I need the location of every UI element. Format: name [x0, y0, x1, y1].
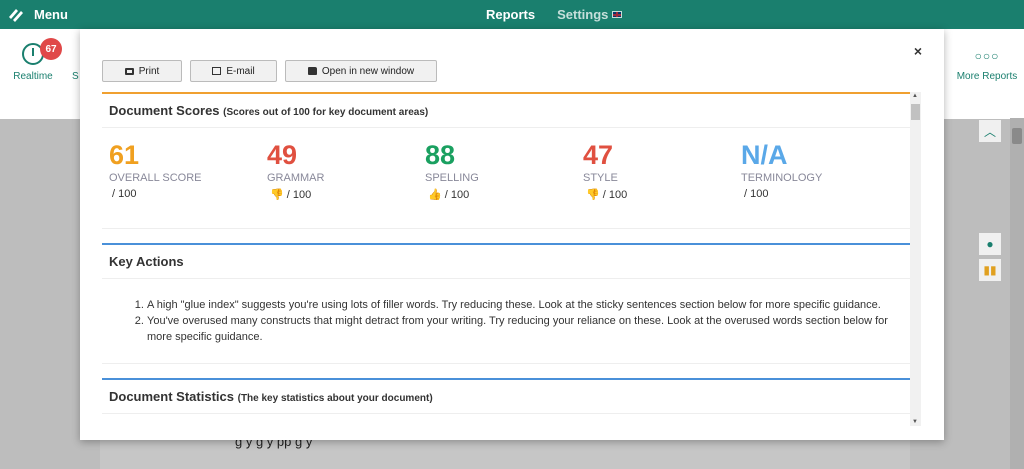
key-actions-section: Key Actions A high "glue index" suggests…: [102, 243, 910, 364]
scroll-up-arrow-icon[interactable]: ▲: [912, 93, 918, 99]
score-style: 47 STYLE 👎 / 100: [583, 140, 741, 228]
chevron-up-icon: ︿: [983, 124, 996, 139]
actions-title: Key Actions: [109, 254, 184, 269]
summary-report-modal: × Print E-mail Open in new window Docume…: [80, 29, 944, 440]
score-terminology: N/A TERMINOLOGY / 100: [741, 140, 899, 228]
score-out-of: 👍 / 100: [428, 189, 470, 201]
realtime-label: Realtime: [13, 71, 53, 82]
page-scrollbar[interactable]: [1010, 118, 1024, 469]
envelope-icon: [212, 67, 222, 75]
stats-title: Document Statistics: [109, 389, 234, 404]
nav-reports[interactable]: Reports: [486, 7, 535, 22]
scroll-up-button[interactable]: ︿: [979, 120, 1001, 142]
score-out-of: 👎 / 100: [270, 189, 312, 201]
scores-row: 61 OVERALL SCORE / 100 49 GRAMMAR 👎 / 10…: [102, 128, 910, 229]
section-heading: Document Scores (Scores out of 100 for k…: [102, 94, 910, 128]
folder-open-icon: [307, 67, 317, 75]
actions-list: A high "glue index" suggests you're usin…: [102, 297, 903, 345]
thumbs-down-icon: 👎: [586, 189, 600, 201]
more-reports-button[interactable]: ○○○ More Reports: [952, 49, 1022, 82]
open-label: Open in new window: [321, 65, 415, 77]
document-scores-section: Document Scores (Scores out of 100 for k…: [102, 92, 910, 229]
settings-label: Settings: [557, 7, 609, 22]
list-item: You've overused many constructs that mig…: [147, 313, 903, 345]
score-value: 47: [583, 140, 614, 170]
close-icon[interactable]: ×: [914, 43, 922, 59]
email-label: E-mail: [226, 65, 255, 77]
printer-icon: [124, 67, 134, 75]
scores-subtitle: (Scores out of 100 for key document area…: [223, 107, 429, 118]
section-heading: Document Statistics (The key statistics …: [102, 380, 910, 414]
document-statistics-section: Document Statistics (The key statistics …: [102, 378, 910, 414]
report-scrollbar[interactable]: ▲ ▼: [910, 92, 921, 426]
score-label: STYLE: [583, 172, 618, 184]
score-value: 49: [267, 140, 298, 170]
score-out-of: / 100: [744, 188, 769, 200]
menu-label: Menu: [34, 7, 68, 22]
actions-list-container: A high "glue index" suggests you're usin…: [102, 279, 910, 364]
score-grammar: 49 GRAMMAR 👎 / 100: [267, 140, 425, 228]
user-icon: ●: [986, 237, 994, 251]
score-label: GRAMMAR: [267, 172, 325, 184]
scores-title: Document Scores: [109, 103, 220, 118]
score-out-of: 👎 / 100: [586, 189, 628, 201]
nav-settings[interactable]: Settings: [557, 7, 623, 22]
print-label: Print: [138, 65, 160, 77]
thumbs-up-icon: 👍: [428, 189, 442, 201]
score-label: OVERALL SCORE: [109, 172, 202, 184]
score-value: 88: [425, 140, 456, 170]
section-heading: Key Actions: [102, 245, 910, 279]
page-scrollbar-thumb[interactable]: [1012, 128, 1022, 144]
top-navigation-bar: Menu Reports Settings: [0, 0, 1024, 29]
more-dots-icon: ○○○: [974, 49, 1000, 63]
realtime-count-badge: 67: [40, 38, 62, 60]
stats-subtitle: (The key statistics about your document): [237, 393, 433, 404]
uk-flag-icon: [612, 11, 623, 18]
thumbs-down-icon: 👎: [270, 189, 284, 201]
score-out-of: / 100: [112, 188, 137, 200]
menu-button[interactable]: Menu: [8, 0, 68, 29]
scroll-down-arrow-icon[interactable]: ▼: [912, 419, 918, 425]
score-value: 61: [109, 140, 140, 170]
score-spelling: 88 SPELLING 👍 / 100: [425, 140, 583, 228]
prowritingaid-logo-icon: [9, 8, 23, 22]
score-label: SPELLING: [425, 172, 479, 184]
stats-button[interactable]: ▮▮: [979, 259, 1001, 281]
report-scrollbar-thumb[interactable]: [911, 104, 920, 120]
score-overall: 61 OVERALL SCORE / 100: [109, 140, 267, 228]
print-button[interactable]: Print: [102, 60, 182, 82]
toolbar-item-partial[interactable]: S: [72, 71, 79, 82]
more-reports-label: More Reports: [956, 71, 1018, 82]
score-value: N/A: [741, 140, 788, 170]
user-button[interactable]: ●: [979, 233, 1001, 255]
email-button[interactable]: E-mail: [190, 60, 277, 82]
score-label: TERMINOLOGY: [741, 172, 823, 184]
open-new-window-button[interactable]: Open in new window: [285, 60, 437, 82]
list-item: A high "glue index" suggests you're usin…: [147, 297, 903, 313]
report-content[interactable]: Document Scores (Scores out of 100 for k…: [102, 92, 910, 426]
bar-chart-icon: ▮▮: [983, 263, 997, 277]
